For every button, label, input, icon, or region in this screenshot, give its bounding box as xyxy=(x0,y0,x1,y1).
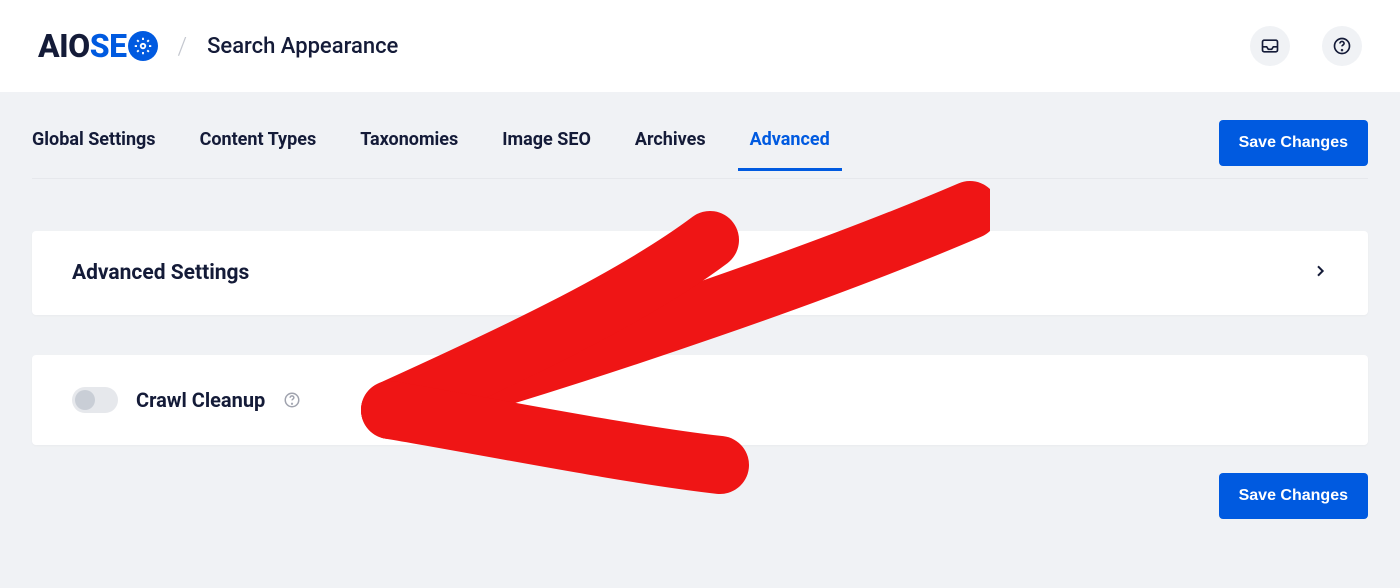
help-icon[interactable] xyxy=(283,391,301,409)
help-button[interactable] xyxy=(1322,26,1362,66)
tab-image-seo[interactable]: Image SEO xyxy=(502,129,591,170)
footer-actions: Save Changes xyxy=(32,473,1368,531)
tabs-bar: Global Settings Content Types Taxonomies… xyxy=(32,92,1368,179)
logo: AIO SE xyxy=(38,27,158,65)
tab-taxonomies[interactable]: Taxonomies xyxy=(360,129,458,170)
toggle-knob xyxy=(75,390,95,410)
tab-advanced[interactable]: Advanced xyxy=(750,129,830,170)
crawl-cleanup-toggle[interactable] xyxy=(72,387,118,413)
breadcrumb-divider: / xyxy=(178,32,188,60)
tab-global-settings[interactable]: Global Settings xyxy=(32,129,156,170)
inbox-button[interactable] xyxy=(1250,26,1290,66)
tab-content-types[interactable]: Content Types xyxy=(200,129,317,170)
tab-archives[interactable]: Archives xyxy=(635,129,706,170)
advanced-settings-title: Advanced Settings xyxy=(72,261,249,285)
app-header: AIO SE / Search Appearance xyxy=(0,0,1400,92)
gear-icon xyxy=(128,31,158,61)
crawl-cleanup-card: Crawl Cleanup xyxy=(32,355,1368,445)
logo-suffix-wrap: SE xyxy=(90,27,158,65)
save-button-bottom[interactable]: Save Changes xyxy=(1219,473,1368,519)
crawl-cleanup-label: Crawl Cleanup xyxy=(136,388,265,412)
save-button-top[interactable]: Save Changes xyxy=(1219,120,1368,166)
logo-suffix: SE xyxy=(90,27,127,65)
advanced-settings-card[interactable]: Advanced Settings xyxy=(32,231,1368,315)
logo-prefix: AIO xyxy=(38,27,90,65)
annotation-arrow-icon xyxy=(350,180,990,500)
tabs-list: Global Settings Content Types Taxonomies… xyxy=(32,129,1219,170)
page-title: Search Appearance xyxy=(207,34,398,59)
chevron-right-icon xyxy=(1312,263,1328,283)
